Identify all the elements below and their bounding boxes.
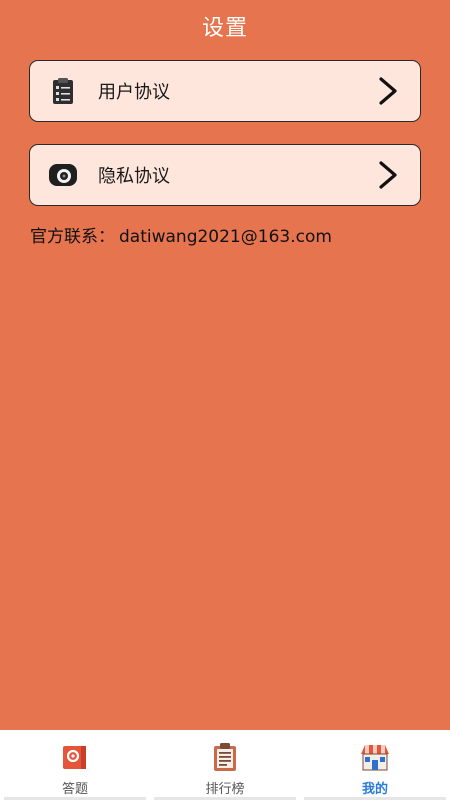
- menu-item-label: 用户协议: [98, 82, 170, 103]
- tab-mine[interactable]: 我的: [300, 730, 450, 800]
- menu-item-label: 隐私协议: [98, 166, 170, 187]
- chevron-right-icon: [376, 75, 400, 107]
- shop-house-icon: [359, 742, 391, 772]
- tab-ranking[interactable]: 排行榜: [150, 730, 300, 800]
- tab-label: 答题: [61, 782, 88, 797]
- camera-lens-icon: [48, 160, 78, 190]
- quiz-book-icon: [59, 742, 91, 772]
- menu-item-user-agreement[interactable]: 用户协议: [29, 60, 421, 122]
- contact-label: 官方联系：: [30, 227, 115, 247]
- tab-label: 我的: [361, 782, 388, 797]
- bottom-tab-bar: 答题 排行榜 我的: [0, 730, 450, 800]
- ranking-clipboard-icon: [209, 742, 241, 772]
- menu-item-privacy-agreement[interactable]: 隐私协议: [29, 144, 421, 206]
- tab-label: 排行榜: [205, 782, 245, 797]
- page-title: 设置: [201, 16, 248, 41]
- tab-quiz[interactable]: 答题: [0, 730, 150, 800]
- page-header: 设置: [0, 0, 450, 52]
- chevron-right-icon: [376, 159, 400, 191]
- official-contact: 官方联系： datiwang2021@163.com: [30, 222, 332, 247]
- clipboard-checklist-icon: [48, 76, 78, 106]
- contact-email: datiwang2021@163.com: [119, 227, 332, 247]
